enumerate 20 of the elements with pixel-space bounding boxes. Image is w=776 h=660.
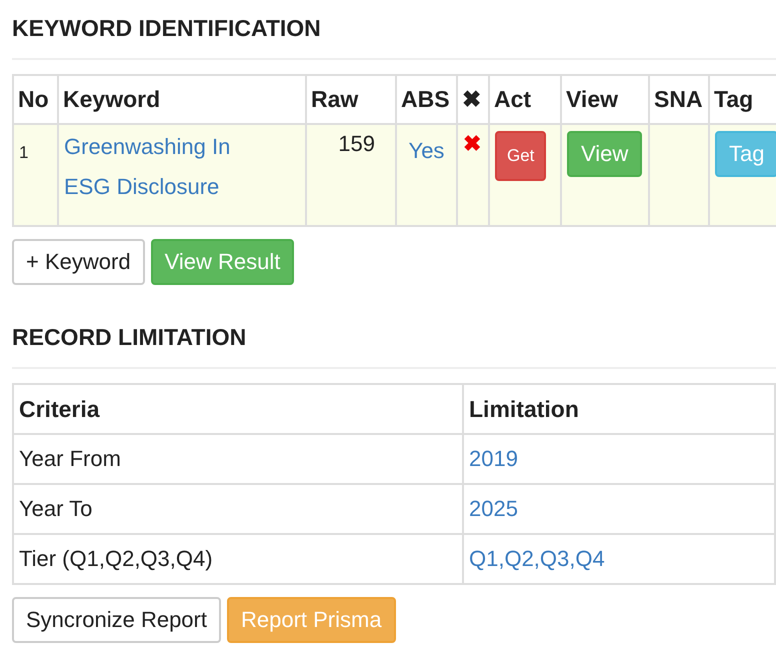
get-button[interactable]: Get (495, 131, 546, 181)
section-title: RECORD LIMITATION (12, 323, 248, 352)
action-button[interactable]: Syncronize Report (12, 597, 221, 643)
action-button[interactable]: + Keyword (12, 239, 145, 285)
column-header: Keyword (58, 75, 306, 124)
column-header: Limitation (463, 384, 775, 434)
limitation-link[interactable]: 2025 (469, 496, 518, 521)
column-header: No (13, 75, 58, 124)
raw-count: 159 (306, 124, 396, 226)
abs-link[interactable]: Yes (408, 138, 444, 163)
criteria-cell: Year From (13, 434, 463, 484)
row-number: 1 (13, 124, 58, 226)
criteria-cell: Tier (Q1,Q2,Q3,Q4) (13, 534, 463, 584)
delete-icon[interactable]: ✖ (463, 131, 481, 156)
section-title: KEYWORD IDENTIFICATION (12, 14, 322, 43)
column-header: Criteria (13, 384, 463, 434)
criteria-cell: Year To (13, 484, 463, 534)
view-button[interactable]: View (567, 131, 642, 177)
action-button[interactable]: View Result (150, 239, 294, 285)
limitation-link[interactable]: 2019 (469, 446, 518, 471)
